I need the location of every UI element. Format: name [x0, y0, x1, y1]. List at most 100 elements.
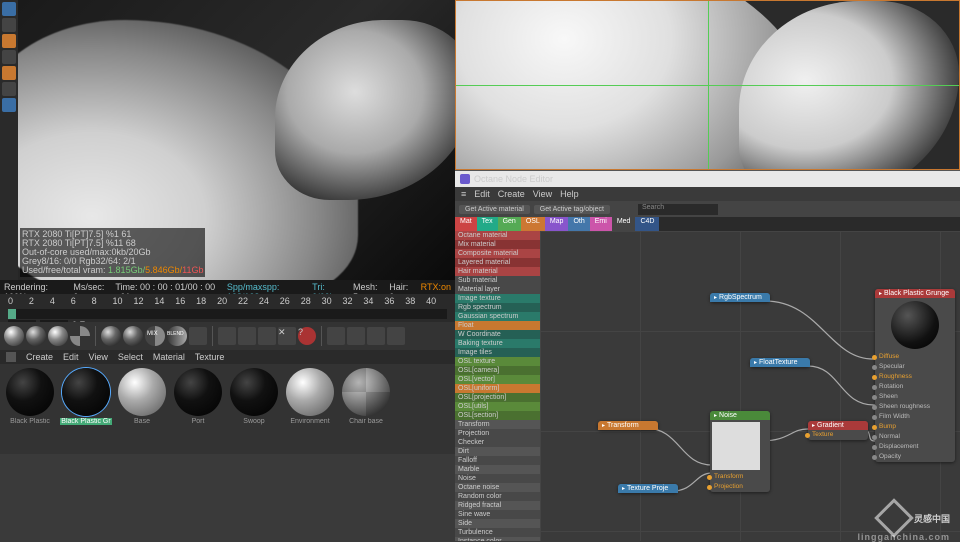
tool-button[interactable]	[2, 50, 16, 64]
category-tab[interactable]: C4D	[635, 217, 659, 231]
node-port[interactable]: Roughness	[875, 372, 955, 382]
category-tab[interactable]: OSL	[521, 217, 545, 231]
node-type-item[interactable]: Mix material	[455, 240, 540, 249]
node-port[interactable]: Opacity	[875, 452, 955, 462]
material-item[interactable]: Swoop	[228, 368, 280, 450]
node-type-item[interactable]: OSL[utils]	[455, 402, 540, 411]
node-type-item[interactable]: Projection	[455, 429, 540, 438]
node-port[interactable]: Film Width	[875, 412, 955, 422]
node-type-item[interactable]: Float	[455, 321, 540, 330]
category-tab[interactable]: Med	[612, 217, 636, 231]
node-port[interactable]: Sheen	[875, 392, 955, 402]
node-type-item[interactable]: OSL[projection]	[455, 393, 540, 402]
menu-icon[interactable]: ≡	[461, 189, 466, 199]
menu-item[interactable]: Edit	[63, 352, 79, 362]
material-item[interactable]: Environment	[284, 368, 336, 450]
get-active-tag-button[interactable]: Get Active tag/object	[534, 205, 610, 214]
material-item[interactable]: Black Plastic Gr	[60, 368, 112, 450]
node-type-item[interactable]: Gaussian spectrum	[455, 312, 540, 321]
window-titlebar[interactable]: Octane Node Editor	[455, 171, 960, 187]
node-type-item[interactable]: Noise	[455, 474, 540, 483]
port-projection[interactable]: Projection	[710, 482, 770, 492]
node-rgbspectrum[interactable]: RgbSpectrum	[710, 293, 770, 302]
grid-icon[interactable]	[327, 327, 345, 345]
node-type-item[interactable]: Random color	[455, 492, 540, 501]
category-tab[interactable]: Gen	[498, 217, 521, 231]
node-graph-canvas[interactable]: RgbSpectrum FloatTexture Transform Textu…	[540, 231, 960, 541]
node-type-item[interactable]: Sub material	[455, 276, 540, 285]
node-type-item[interactable]: Image tiles	[455, 348, 540, 357]
node-type-item[interactable]: OSL[uniform]	[455, 384, 540, 393]
node-noise[interactable]: Noise Transform Projection	[710, 411, 770, 492]
menu-item[interactable]: Select	[118, 352, 143, 362]
material-sphere-icon[interactable]	[101, 326, 121, 346]
tool-button[interactable]	[2, 66, 16, 80]
node-port[interactable]: Rotation	[875, 382, 955, 392]
node-type-list[interactable]: Octane materialMix materialComposite mat…	[455, 231, 540, 541]
tool-button[interactable]	[2, 82, 16, 96]
3d-viewport[interactable]	[455, 0, 960, 170]
timeline-cursor[interactable]	[8, 309, 16, 319]
node-type-item[interactable]: OSL[section]	[455, 411, 540, 420]
node-type-item[interactable]: Dirt	[455, 447, 540, 456]
category-tab[interactable]: Oth	[568, 217, 589, 231]
timeline[interactable]: 0246810121416182022242628303234363840 0 …	[0, 294, 455, 322]
node-port[interactable]: Displacement	[875, 442, 955, 452]
menu-item[interactable]: Create	[26, 352, 53, 362]
tool-icon[interactable]	[189, 327, 207, 345]
node-type-item[interactable]: OSL[vector]	[455, 375, 540, 384]
node-floattexture[interactable]: FloatTexture	[750, 358, 810, 367]
menu-item[interactable]: Edit	[474, 189, 490, 199]
node-type-item[interactable]: Turbulence	[455, 528, 540, 537]
menu-item[interactable]: Help	[560, 189, 579, 199]
node-port[interactable]: Bump	[875, 422, 955, 432]
node-material-main[interactable]: Black Plastic Grunge DiffuseSpecularRoug…	[875, 289, 955, 462]
blend-material-icon[interactable]	[167, 326, 187, 346]
tool-icon[interactable]	[238, 327, 256, 345]
menu-icon[interactable]	[6, 352, 16, 362]
menu-item[interactable]: Create	[498, 189, 525, 199]
get-active-material-button[interactable]: Get Active material	[459, 205, 530, 214]
node-transform[interactable]: Transform	[598, 421, 658, 430]
node-textureproj[interactable]: Texture Proje	[618, 484, 678, 493]
category-tab[interactable]: Emi	[590, 217, 612, 231]
menu-item[interactable]: Texture	[195, 352, 225, 362]
node-port[interactable]: Normal	[875, 432, 955, 442]
node-type-item[interactable]: Image texture	[455, 294, 540, 303]
menu-item[interactable]: View	[89, 352, 108, 362]
material-sphere-icon[interactable]	[26, 326, 46, 346]
material-item[interactable]: Black Plastic	[4, 368, 56, 450]
node-type-item[interactable]: Ridged fractal	[455, 501, 540, 510]
material-sphere-icon[interactable]	[4, 326, 24, 346]
category-tab[interactable]: Tex	[477, 217, 498, 231]
node-type-item[interactable]: Material layer	[455, 285, 540, 294]
node-type-item[interactable]: Baking texture	[455, 339, 540, 348]
tool-icon[interactable]	[218, 327, 236, 345]
tool-icon[interactable]	[367, 327, 385, 345]
material-item[interactable]: Chair base	[340, 368, 392, 450]
node-type-item[interactable]: OSL[camera]	[455, 366, 540, 375]
menu-item[interactable]: View	[533, 189, 552, 199]
node-port[interactable]: Diffuse	[875, 352, 955, 362]
material-item[interactable]: Port	[172, 368, 224, 450]
tool-button[interactable]	[2, 34, 16, 48]
node-port[interactable]: Sheen roughness	[875, 402, 955, 412]
material-sphere-icon[interactable]	[70, 326, 90, 346]
material-sphere-icon[interactable]	[48, 326, 68, 346]
tool-icon[interactable]	[347, 327, 365, 345]
shuffle-icon[interactable]: ✕	[278, 327, 296, 345]
tool-button[interactable]	[2, 18, 16, 32]
tool-icon[interactable]	[387, 327, 405, 345]
node-type-item[interactable]: Hair material	[455, 267, 540, 276]
node-type-item[interactable]: Rgb spectrum	[455, 303, 540, 312]
port-transform[interactable]: Transform	[710, 472, 770, 482]
node-type-item[interactable]: Side	[455, 519, 540, 528]
category-tab[interactable]: Map	[545, 217, 569, 231]
node-type-item[interactable]: OSL texture	[455, 357, 540, 366]
port-texture[interactable]: Texture	[808, 430, 868, 440]
node-gradient[interactable]: Gradient Texture	[808, 421, 868, 440]
tool-icon[interactable]	[258, 327, 276, 345]
material-sphere-icon[interactable]	[123, 326, 143, 346]
search-input[interactable]: Search	[638, 204, 718, 215]
node-type-item[interactable]: Composite material	[455, 249, 540, 258]
